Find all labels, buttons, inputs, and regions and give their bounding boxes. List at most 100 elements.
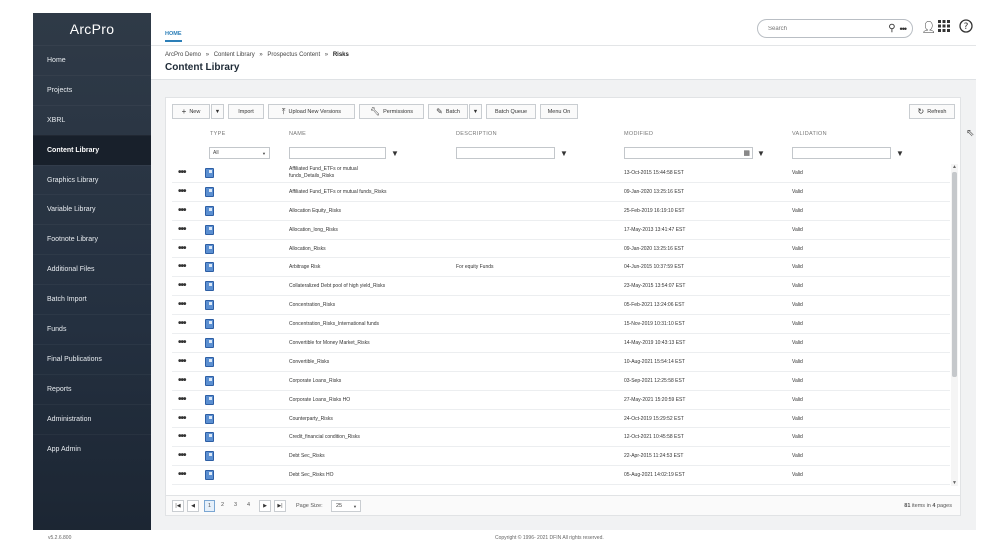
page-number[interactable]: 4 [247, 502, 250, 508]
table-row[interactable]: ••• Debt Sec_Risks HO 05-Aug-2021 14:02:19… [172, 466, 950, 486]
row-name[interactable]: Concentration_Risks_International funds [289, 321, 379, 327]
refresh-button[interactable]: ↻ Refresh [909, 104, 955, 119]
last-page-button[interactable]: ▶| [274, 500, 286, 512]
apps-grid-icon[interactable] [938, 20, 950, 35]
row-name[interactable]: Collateralized Debt pool of high yield_R… [289, 283, 385, 289]
menu-on-button[interactable]: Menu On [540, 104, 578, 119]
sidebar-item-app-admin[interactable]: App Admin [33, 433, 151, 464]
table-row[interactable]: ••• Convertible_Risks 10-Aug-2021 15:54:14… [172, 353, 950, 372]
row-name[interactable]: Debt Sec_Risks [289, 453, 325, 459]
user-icon[interactable]: 👤︎ [921, 20, 936, 34]
row-name[interactable]: Convertible_Risks [289, 359, 329, 365]
table-row[interactable]: ••• Affiliated Fund_ETFs or mutual funds_D… [172, 164, 950, 183]
table-row[interactable]: ••• Collateralized Debt pool of high yiel… [172, 277, 950, 297]
batch-button[interactable]: ✎ Batch [428, 104, 468, 119]
new-button[interactable]: + New [172, 104, 210, 119]
search-input[interactable] [768, 25, 885, 32]
column-header-type[interactable]: TYPE [210, 131, 226, 137]
description-filter-input[interactable] [456, 147, 555, 159]
table-row[interactable]: ••• Affiliated Fund_ETFs or mutual funds_… [172, 183, 950, 202]
row-actions-icon[interactable]: ••• [178, 261, 186, 272]
row-actions-icon[interactable]: ••• [178, 205, 186, 216]
vertical-scrollbar[interactable]: ▲ ▼ [951, 164, 958, 486]
table-row[interactable]: ••• Allocation Equity_Risks 25-Feb-2019 16… [172, 202, 950, 221]
row-actions-icon[interactable]: ••• [178, 431, 186, 442]
row-name[interactable]: Convertible for Money Market_Risks [289, 340, 370, 346]
table-row[interactable]: ••• Credit_financial condition_Risks 12-Oc… [172, 428, 950, 448]
table-row[interactable]: ••• Debt Sec_Risks 22-Apr-2015 11:24:53 ES… [172, 447, 950, 467]
table-row[interactable]: ••• Corporate Loans_Risks 03-Sep-2021 12:2… [172, 372, 950, 391]
column-header-modified[interactable]: MODIFIED [624, 131, 653, 137]
modified-filter-input[interactable]: ▦ [624, 147, 753, 159]
help-icon[interactable]: ? [959, 19, 973, 36]
row-actions-icon[interactable]: ••• [178, 450, 186, 461]
import-button[interactable]: Import [228, 104, 264, 119]
row-name[interactable]: Allocation Equity_Risks [289, 208, 341, 214]
sidebar-item-additional-files[interactable]: Additional Files [33, 254, 151, 284]
column-header-name[interactable]: NAME [289, 131, 306, 137]
row-name[interactable]: Affiliated Fund_ETFs or mutual funds_Ris… [289, 189, 386, 195]
sidebar-item-footnote-library[interactable]: Footnote Library [33, 224, 151, 254]
upload-new-versions-button[interactable]: ⤒ Upload New Versions [268, 104, 355, 119]
row-actions-icon[interactable]: ••• [178, 167, 186, 178]
sidebar-item-batch-import[interactable]: Batch Import [33, 284, 151, 314]
row-actions-icon[interactable]: ••• [178, 469, 186, 480]
description-filter-funnel-icon[interactable]: ▼ [557, 146, 571, 160]
sidebar-item-graphics-library[interactable]: Graphics Library [33, 164, 151, 195]
page-number[interactable]: 3 [234, 502, 237, 508]
row-actions-icon[interactable]: ••• [178, 413, 186, 424]
row-actions-icon[interactable]: ••• [178, 318, 186, 329]
page-number[interactable]: 2 [221, 502, 224, 508]
row-actions-icon[interactable]: ••• [178, 337, 186, 348]
sidebar-item-home[interactable]: Home [33, 45, 151, 75]
sidebar-item-variable-library[interactable]: Variable Library [33, 194, 151, 224]
breadcrumb-item[interactable]: Prospectus Content [267, 52, 320, 58]
calendar-icon[interactable]: ▦ [743, 149, 750, 157]
first-page-button[interactable]: |◀ [172, 500, 184, 512]
table-row[interactable]: ••• Convertible for Money Market_Risks 14-… [172, 334, 950, 353]
scroll-down-icon[interactable]: ▼ [951, 480, 958, 486]
row-name[interactable]: Allocation_Risks [289, 246, 326, 252]
type-filter-select[interactable]: All ▼ [209, 147, 270, 159]
table-row[interactable]: ••• Allocation_long_Risks 17-May-2013 13:4… [172, 221, 950, 240]
table-row[interactable]: ••• Counterparty_Risks 24-Oct-2019 15:29:5… [172, 410, 950, 429]
sidebar-item-reports[interactable]: Reports [33, 373, 151, 404]
row-actions-icon[interactable]: ••• [178, 394, 186, 405]
row-name[interactable]: Credit_financial condition_Risks [289, 434, 360, 440]
row-name[interactable]: Corporate Loans_Risks HO [289, 397, 350, 403]
breadcrumb-item[interactable]: Content Library [214, 52, 255, 58]
scroll-up-icon[interactable]: ▲ [951, 164, 958, 170]
more-options-icon[interactable]: ••• [900, 24, 908, 34]
column-header-validation[interactable]: VALIDATION [792, 131, 827, 137]
sidebar-item-xbrl[interactable]: XBRL [33, 104, 151, 135]
sidebar-item-funds[interactable]: Funds [33, 314, 151, 344]
validation-filter-funnel-icon[interactable]: ▼ [893, 146, 907, 160]
page-size-select[interactable]: 25 ▼ [331, 500, 361, 512]
row-actions-icon[interactable]: ••• [178, 375, 186, 386]
table-row[interactable]: ••• Concentration_Risks_International fun… [172, 315, 950, 335]
sidebar-item-content-library[interactable]: Content Library [33, 134, 151, 165]
sidebar-item-projects[interactable]: Projects [33, 74, 151, 105]
validation-filter-input[interactable] [792, 147, 891, 159]
table-row[interactable]: ••• Allocation_Risks 09-Jan-2020 13:25:16 … [172, 240, 950, 259]
row-name[interactable]: Arbitrage Risk [289, 264, 320, 270]
row-actions-icon[interactable]: ••• [178, 280, 186, 291]
row-name[interactable]: Corporate Loans_Risks [289, 378, 341, 384]
tab-home[interactable]: HOME [165, 31, 182, 42]
row-actions-icon[interactable]: ••• [178, 224, 186, 235]
column-header-description[interactable]: DESCRIPTION [456, 131, 497, 137]
modified-filter-funnel-icon[interactable]: ▼ [754, 146, 768, 160]
sidebar-item-final-publications[interactable]: Final Publications [33, 343, 151, 374]
row-actions-icon[interactable]: ••• [178, 243, 186, 254]
row-name[interactable]: Affiliated Fund_ETFs or mutual funds_Deta… [289, 166, 358, 179]
batch-queue-button[interactable]: Batch Queue [486, 104, 536, 119]
table-row[interactable]: ••• Corporate Loans_Risks HO 27-May-2021 1… [172, 391, 950, 410]
row-name[interactable]: Debt Sec_Risks HO [289, 472, 333, 478]
new-dropdown-button[interactable]: ▼ [211, 104, 224, 119]
search-icon[interactable]: ⚲ [888, 23, 895, 34]
row-name[interactable]: Allocation_long_Risks [289, 227, 338, 233]
table-row[interactable]: ••• Arbitrage Risk For equity Funds 04-Jun-… [172, 258, 950, 278]
table-row[interactable]: ••• Concentration_Risks 05-Feb-2021 13:24:… [172, 296, 950, 316]
prev-page-button[interactable]: ◀ [187, 500, 199, 512]
row-name[interactable]: Counterparty_Risks [289, 416, 333, 422]
